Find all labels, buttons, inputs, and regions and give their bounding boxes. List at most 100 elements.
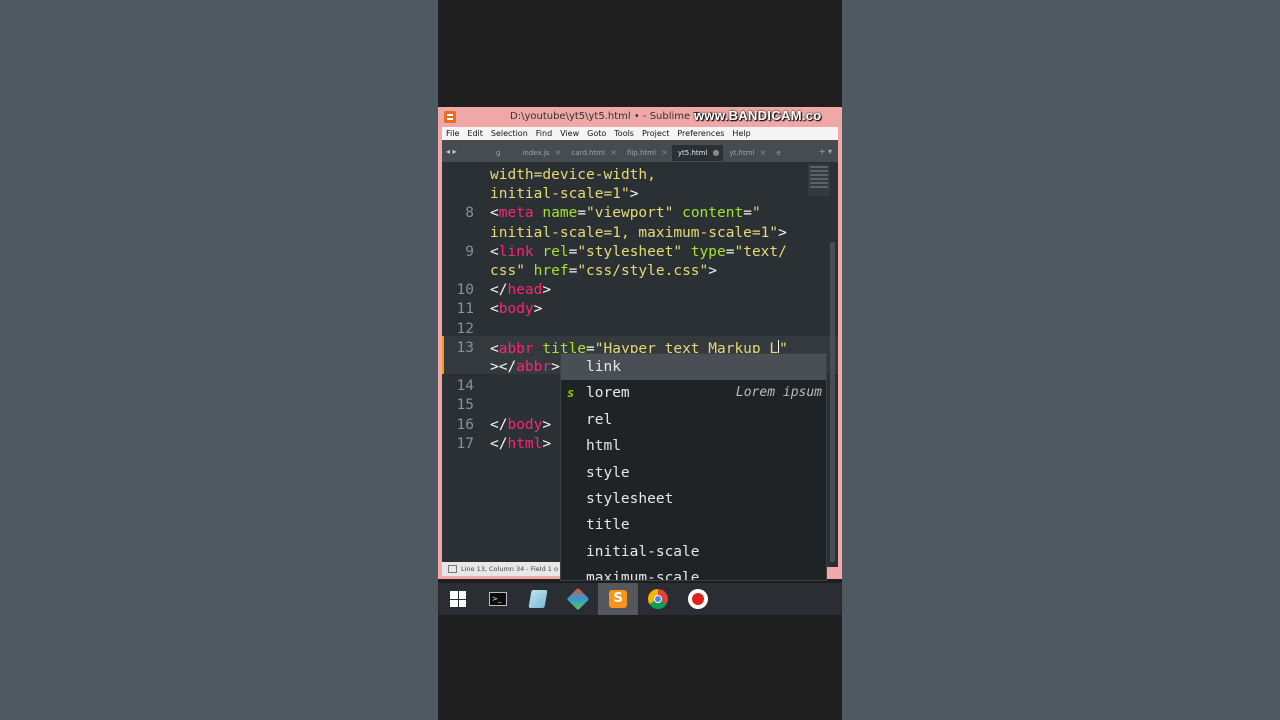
autocomplete-label: maximum-scale xyxy=(586,570,700,581)
menu-help[interactable]: Help xyxy=(728,127,754,140)
git-button[interactable] xyxy=(558,583,598,615)
autocomplete-label: link xyxy=(586,359,621,375)
panel-toggle-icon[interactable] xyxy=(448,565,457,573)
tab-6[interactable]: e xyxy=(770,145,796,161)
menu-find[interactable]: Find xyxy=(532,127,556,140)
code-text: </body> xyxy=(490,417,551,433)
token-str: initial-scale=1" xyxy=(490,186,630,203)
token-punct: > xyxy=(551,359,560,375)
menu-view[interactable]: View xyxy=(556,127,583,140)
code-text: initial-scale=1"> xyxy=(490,186,638,202)
code-line[interactable]: 9 <link rel="stylesheet" type="text/ xyxy=(442,244,838,263)
menu-selection[interactable]: Selection xyxy=(487,127,532,140)
line-number: 17 xyxy=(456,435,474,452)
code-line[interactable]: width=device-width, xyxy=(442,167,838,186)
chrome-button[interactable] xyxy=(638,583,678,615)
notepad-button[interactable] xyxy=(518,583,558,615)
token-punct: </ xyxy=(490,435,508,452)
autocomplete-item[interactable]: style xyxy=(561,460,826,486)
minimap[interactable] xyxy=(808,164,830,196)
autocomplete-label: lorem xyxy=(586,385,630,402)
code-line[interactable]: 11 <body> xyxy=(442,301,838,320)
code-text: <meta name="viewport" content=" xyxy=(490,205,761,221)
line-number: 12 xyxy=(456,320,474,337)
autocomplete-label: stylesheet xyxy=(586,490,674,507)
code-line[interactable]: css" href="css/style.css"> xyxy=(442,263,838,282)
autocomplete-item[interactable]: title xyxy=(561,512,826,538)
token-tag: abbr xyxy=(516,359,552,375)
tab-5[interactable]: yt.html × xyxy=(723,145,770,161)
code-text: ></abbr> xyxy=(490,359,560,375)
tab-bar: ◂ ▸ g index.js × card.html × flip.html × yt5.ht… xyxy=(442,140,838,162)
tab-close-icon[interactable]: × xyxy=(760,148,767,157)
token-tag: body xyxy=(507,416,543,433)
tab-2[interactable]: card.html × xyxy=(565,145,621,161)
code-line[interactable]: 12 xyxy=(442,321,838,340)
token-str: " xyxy=(751,205,761,222)
sublime-text-button[interactable]: S xyxy=(598,583,638,615)
code-text: <link rel="stylesheet" type="text/ xyxy=(490,244,787,260)
token-punct: = xyxy=(568,263,578,279)
menu-goto[interactable]: Goto xyxy=(583,127,610,140)
code-line[interactable]: 8 <meta name="viewport" content=" xyxy=(442,205,838,224)
tab-4[interactable]: yt5.html ● xyxy=(671,145,724,161)
line-number: 8 xyxy=(465,205,474,222)
bandicam-watermark: www.BANDICAM.co xyxy=(694,108,822,123)
token-punct xyxy=(673,205,682,221)
menu-preferences[interactable]: Preferences xyxy=(673,127,728,140)
token-punct: > xyxy=(629,186,639,203)
autocomplete-item[interactable]: rel xyxy=(561,407,826,433)
tab-0[interactable]: g xyxy=(490,145,516,161)
status-bar: Line 13, Column 34 - Field 1 o xyxy=(442,562,560,576)
autocomplete-item[interactable]: link xyxy=(561,354,826,381)
tab-label: card.html xyxy=(571,149,605,157)
sublime-app-icon xyxy=(444,111,456,123)
unsaved-dot-icon[interactable]: ● xyxy=(712,148,719,157)
tab-tools-icon[interactable]: + ▾ xyxy=(819,147,838,156)
menu-file[interactable]: File xyxy=(442,127,463,140)
windows-logo-icon xyxy=(450,591,466,607)
record-button[interactable] xyxy=(678,583,718,615)
autocomplete-item[interactable]: initial-scale xyxy=(561,539,826,565)
token-punct: ></ xyxy=(490,359,517,375)
autocomplete-popup[interactable]: link s lorem Lorem ipsum rel html style stylesh… xyxy=(560,353,827,581)
tab-3[interactable]: flip.html × xyxy=(621,145,672,161)
autocomplete-item[interactable]: s lorem Lorem ipsum xyxy=(561,380,826,406)
token-str: css" xyxy=(490,263,525,279)
tab-label: index.js xyxy=(522,149,550,157)
tab-close-icon[interactable]: × xyxy=(661,148,668,157)
line-number: 10 xyxy=(456,282,474,299)
autocomplete-item[interactable]: html xyxy=(561,433,826,459)
window-title: D:\youtube\yt5\yt5.html • - Sublime Text xyxy=(510,111,714,122)
notepad-icon xyxy=(528,590,548,608)
start-button[interactable] xyxy=(438,583,478,615)
vertical-scrollbar[interactable] xyxy=(830,242,835,562)
tab-close-icon[interactable]: × xyxy=(610,148,617,157)
video-frame: D:\youtube\yt5\yt5.html • - Sublime Text… xyxy=(438,0,842,720)
code-line[interactable]: initial-scale=1, maximum-scale=1"> xyxy=(442,225,838,244)
autocomplete-item[interactable]: maximum-scale xyxy=(561,565,826,581)
token-attr: type xyxy=(690,243,726,260)
tab-1[interactable]: index.js × xyxy=(516,145,565,161)
autocomplete-item[interactable]: stylesheet xyxy=(561,486,826,512)
token-tag: abbr xyxy=(498,340,534,357)
token-str: "stylesheet" xyxy=(577,243,683,260)
code-line[interactable]: initial-scale=1"> xyxy=(442,186,838,205)
menu-edit[interactable]: Edit xyxy=(463,127,487,140)
status-text: Line 13, Column 34 - Field 1 o xyxy=(461,565,558,573)
code-line[interactable]: 10 </head> xyxy=(442,282,838,301)
token-punct: < xyxy=(490,301,499,318)
menu-project[interactable]: Project xyxy=(638,127,673,140)
code-text: width=device-width, xyxy=(490,167,656,183)
token-punct: < xyxy=(490,340,499,357)
token-punct: </ xyxy=(490,282,508,299)
tab-list: g index.js × card.html × flip.html × yt5.html ● y… xyxy=(490,141,797,161)
token-attr: rel xyxy=(542,243,569,260)
menu-tools[interactable]: Tools xyxy=(610,127,638,140)
line-number: 13 xyxy=(456,339,474,356)
tab-close-icon[interactable]: × xyxy=(555,148,562,157)
terminal-button[interactable]: >_ xyxy=(478,583,518,615)
token-tag: head xyxy=(507,282,543,299)
tab-nav-arrows-icon[interactable]: ◂ ▸ xyxy=(442,147,490,156)
token-tag: html xyxy=(507,435,543,452)
